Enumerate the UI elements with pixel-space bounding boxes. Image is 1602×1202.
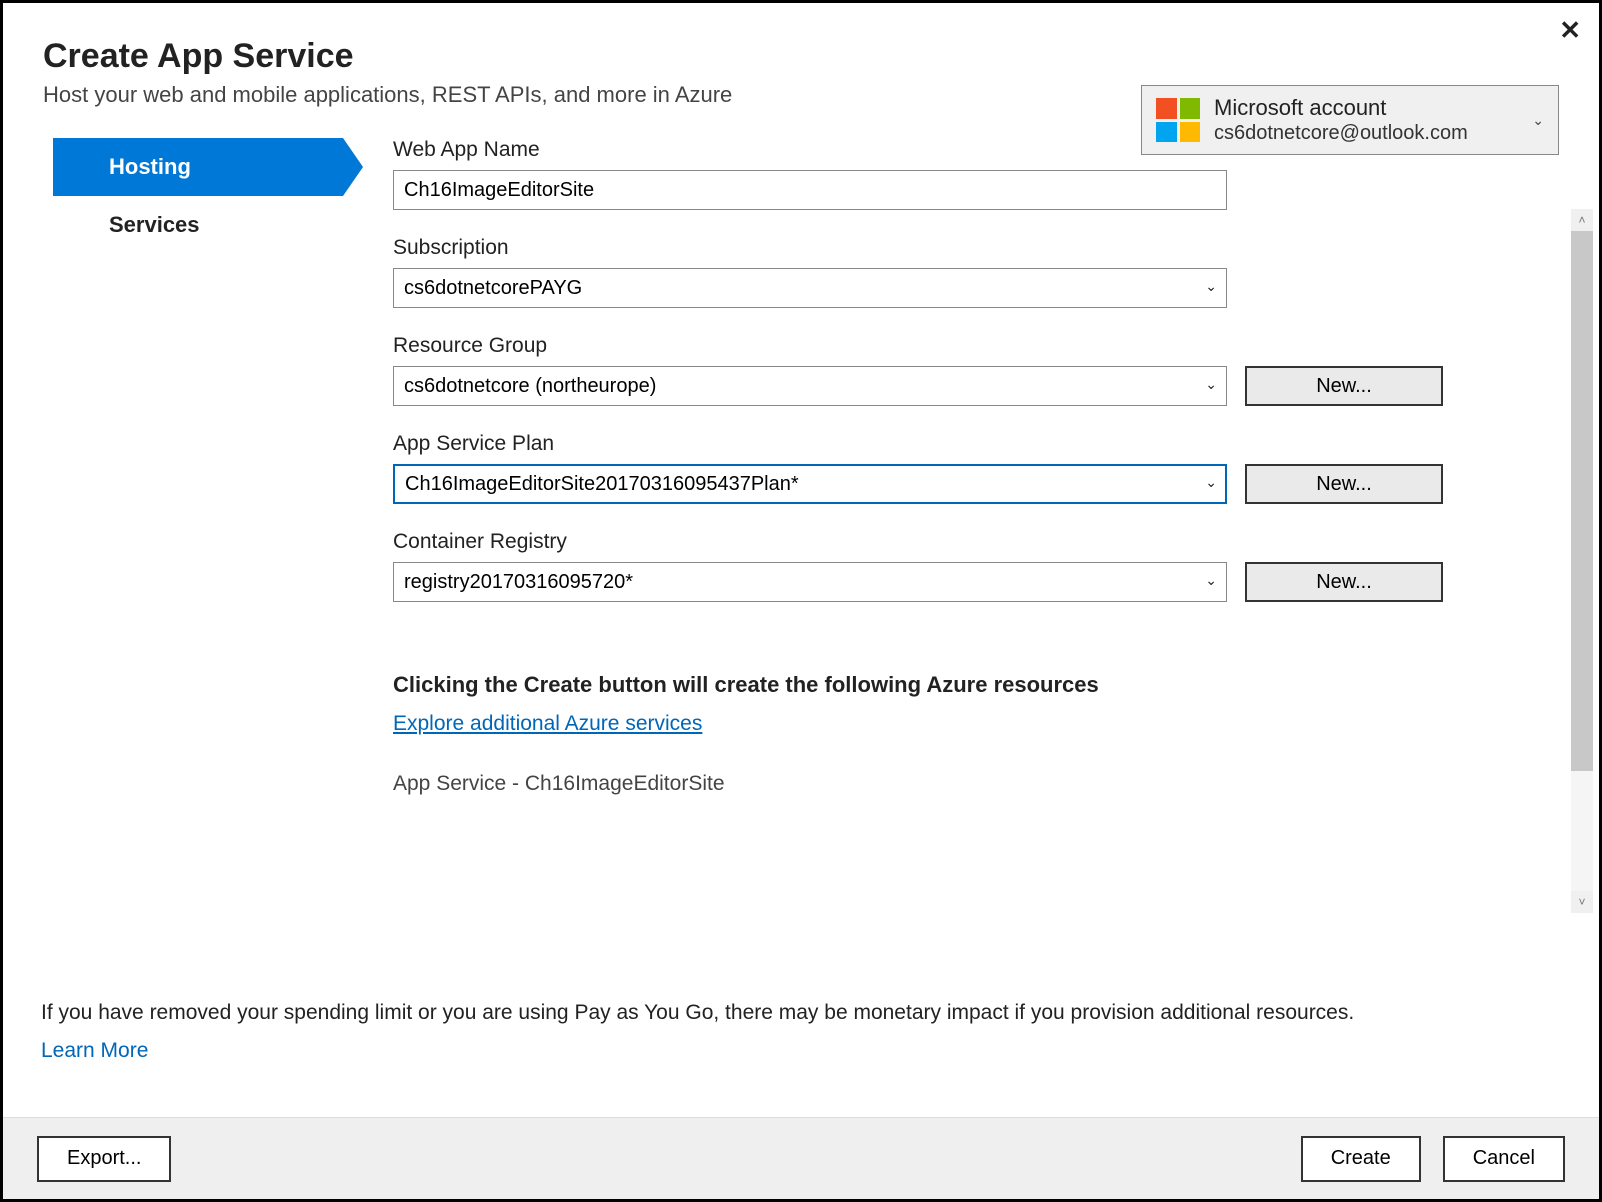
new-app-service-plan-button[interactable]: New... <box>1245 464 1443 504</box>
app-service-plan-select[interactable] <box>393 464 1227 504</box>
cancel-button[interactable]: Cancel <box>1443 1136 1565 1182</box>
label-container-registry: Container Registry <box>393 530 1559 554</box>
export-button[interactable]: Export... <box>37 1136 171 1182</box>
summary-item: App Service - Ch16ImageEditorSite <box>393 772 1559 798</box>
close-icon[interactable]: ✕ <box>1559 17 1581 43</box>
chevron-down-icon: ⌄ <box>1532 112 1544 129</box>
tab-label: Services <box>109 212 200 238</box>
tab-hosting[interactable]: Hosting <box>53 138 343 196</box>
explore-services-link[interactable]: Explore additional Azure services <box>393 712 702 736</box>
label-app-service-plan: App Service Plan <box>393 432 1559 456</box>
summary-heading: Clicking the Create button will create t… <box>393 672 1559 698</box>
tab-label: Hosting <box>109 154 191 180</box>
resource-group-select[interactable] <box>393 366 1227 406</box>
scrollbar[interactable]: ˄ ˅ <box>1571 209 1593 913</box>
account-provider: Microsoft account <box>1214 94 1526 122</box>
label-web-app-name: Web App Name <box>393 138 1559 162</box>
button-bar: Export... Create Cancel <box>3 1117 1599 1199</box>
scroll-thumb[interactable] <box>1571 231 1593 771</box>
dialog-title: Create App Service <box>43 37 1559 76</box>
label-resource-group: Resource Group <box>393 334 1559 358</box>
tab-list: Hosting Services <box>53 138 343 798</box>
subscription-select[interactable] <box>393 268 1227 308</box>
new-resource-group-button[interactable]: New... <box>1245 366 1443 406</box>
microsoft-logo-icon <box>1156 98 1200 142</box>
create-button[interactable]: Create <box>1301 1136 1421 1182</box>
container-registry-select[interactable] <box>393 562 1227 602</box>
warning-text: If you have removed your spending limit … <box>41 1001 1354 1024</box>
hosting-form: Web App Name Subscription ⌄ Resource Gro… <box>343 138 1559 798</box>
scroll-up-icon[interactable]: ˄ <box>1571 209 1593 231</box>
tab-services[interactable]: Services <box>53 196 343 254</box>
label-subscription: Subscription <box>393 236 1559 260</box>
spending-warning: If you have removed your spending limit … <box>41 997 1561 1066</box>
new-container-registry-button[interactable]: New... <box>1245 562 1443 602</box>
learn-more-link[interactable]: Learn More <box>41 1035 148 1067</box>
scroll-down-icon[interactable]: ˅ <box>1571 891 1593 913</box>
web-app-name-input[interactable] <box>393 170 1227 210</box>
